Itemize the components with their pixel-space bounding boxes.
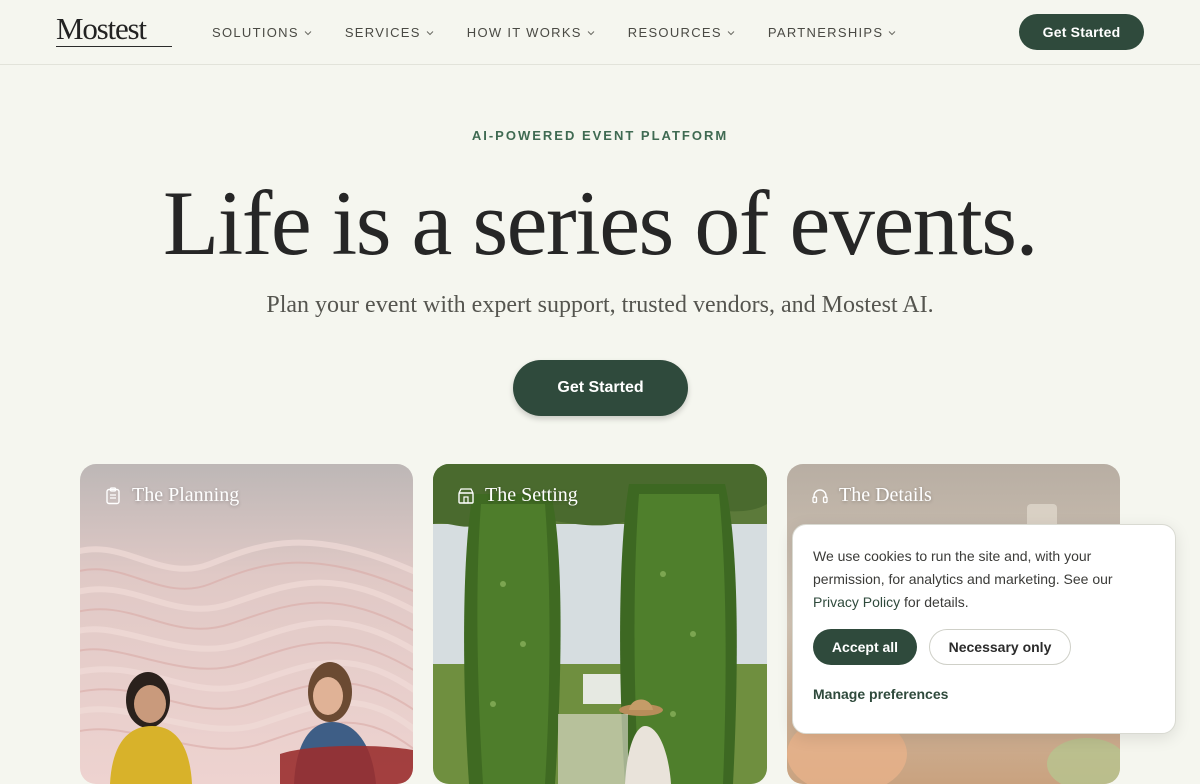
nav-item-label: SOLUTIONS [212, 25, 299, 40]
hero-headline: Life is a series of events. [162, 172, 1039, 274]
nav-item-how-it-works[interactable]: HOW IT WORKS [467, 25, 595, 40]
main-nav: SOLUTIONS SERVICES HOW IT WORKS RESOURCE… [212, 0, 929, 65]
hero-eyebrow: AI-POWERED EVENT PLATFORM [471, 128, 729, 143]
privacy-policy-link[interactable]: Privacy Policy [813, 594, 900, 610]
cookie-text-after: for details. [900, 594, 969, 610]
card-setting-image [433, 464, 767, 784]
nav-item-resources[interactable]: RESOURCES [628, 25, 735, 40]
nav-item-services[interactable]: SERVICES [345, 25, 434, 40]
card-title: The Planning [104, 484, 239, 507]
nav-item-solutions[interactable]: SOLUTIONS [212, 25, 312, 40]
cookie-banner: We use cookies to run the site and, with… [792, 524, 1176, 734]
chevron-down-icon [727, 29, 735, 37]
card-title: The Setting [457, 484, 578, 507]
cookie-text-before: We use cookies to run the site and, with… [813, 548, 1113, 587]
card-title-label: The Details [839, 484, 932, 506]
chevron-down-icon [587, 29, 595, 37]
nav-item-partnerships[interactable]: PARTNERSHIPS [768, 25, 897, 40]
card-title: The Details [811, 484, 932, 507]
hero-get-started-button[interactable]: Get Started [513, 360, 688, 416]
hero-subheadline: Plan your event with expert support, tru… [266, 292, 934, 318]
card-title-label: The Setting [485, 484, 578, 506]
clipboard-icon [104, 486, 122, 505]
nav-item-label: HOW IT WORKS [466, 25, 582, 40]
cookie-message: We use cookies to run the site and, with… [813, 545, 1153, 614]
card-planning-image [80, 464, 413, 784]
card-the-setting[interactable]: The Setting [433, 464, 767, 784]
headset-icon [811, 487, 829, 505]
brand-logo[interactable]: Mostest [56, 12, 172, 47]
card-title-label: The Planning [132, 484, 240, 506]
manage-preferences-link[interactable]: Manage preferences [813, 686, 948, 702]
card-the-planning[interactable]: The Planning [80, 464, 413, 784]
chevron-down-icon [304, 29, 312, 37]
accept-all-button[interactable]: Accept all [813, 629, 917, 665]
nav-item-label: SERVICES [344, 25, 421, 40]
necessary-only-button[interactable]: Necessary only [929, 629, 1071, 665]
venue-icon [457, 487, 475, 505]
nav-item-label: PARTNERSHIPS [767, 25, 884, 40]
site-header: Mostest SOLUTIONS SERVICES HOW IT WORKS … [0, 0, 1200, 65]
chevron-down-icon [888, 29, 896, 37]
header-get-started-button[interactable]: Get Started [1019, 14, 1144, 50]
chevron-down-icon [426, 29, 434, 37]
nav-item-label: RESOURCES [627, 25, 722, 40]
